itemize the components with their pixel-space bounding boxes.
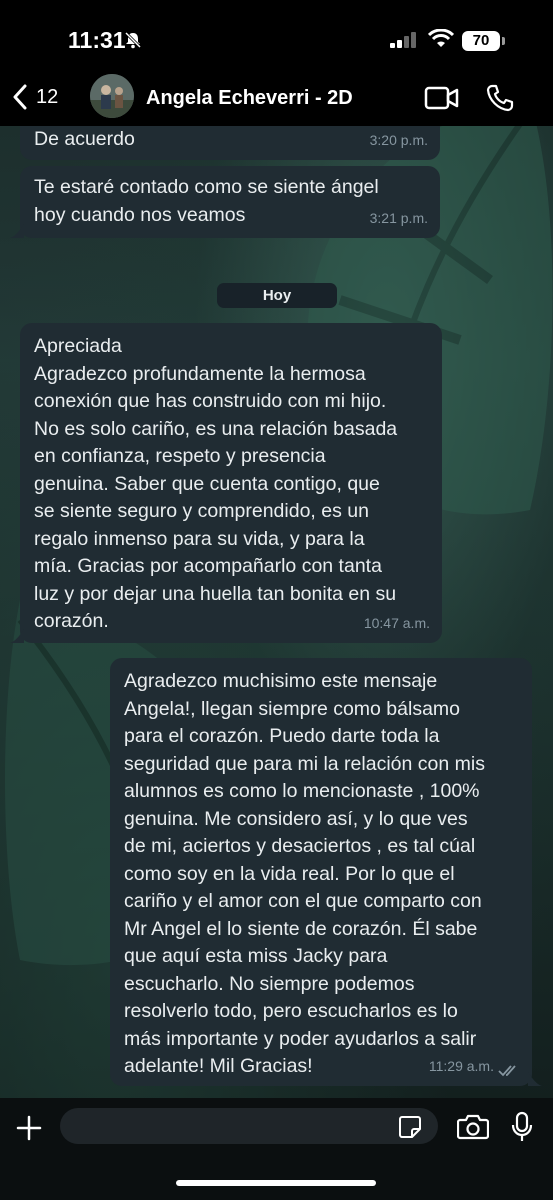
message-bubble-outgoing[interactable]: Agradezco muchisimo este mensaje Angela!…: [110, 658, 532, 1086]
message-bubble-incoming[interactable]: Apreciada Agradezco profundamente la her…: [20, 323, 442, 643]
cellular-signal-icon: [390, 32, 416, 48]
status-bar: 11:31 70: [0, 0, 553, 78]
avatar[interactable]: [90, 74, 134, 118]
message-time: 3:21 p.m.: [369, 209, 428, 226]
date-separator: Hoy: [217, 283, 337, 308]
chevron-left-icon: [13, 84, 27, 110]
bubble-tail-left: [10, 629, 24, 643]
phone-call-icon[interactable]: [486, 84, 514, 112]
message-bubble-incoming[interactable]: Te estaré contado como se siente ángel h…: [20, 166, 440, 238]
contact-name[interactable]: Angela Echeverri - 2D: [146, 87, 353, 110]
bell-muted-icon: [124, 31, 142, 49]
status-time: 11:31: [68, 27, 126, 53]
microphone-icon[interactable]: [511, 1111, 533, 1143]
battery-tip: [502, 37, 505, 45]
message-time: 3:20 p.m.: [369, 131, 428, 148]
plus-icon[interactable]: [15, 1114, 43, 1142]
battery-level: 70: [462, 31, 500, 51]
back-button[interactable]: 12: [12, 84, 58, 110]
wifi-icon: [428, 29, 454, 47]
message-time: 10:47 a.m.: [363, 614, 430, 631]
video-call-icon[interactable]: [424, 86, 460, 110]
read-receipt-icon: [498, 1065, 516, 1077]
message-input[interactable]: [60, 1108, 438, 1144]
unread-count: 12: [36, 85, 59, 108]
message-time: 11:29 a.m.: [428, 1057, 494, 1074]
camera-icon[interactable]: [457, 1114, 489, 1140]
avatar-photo: [90, 74, 134, 118]
message-text: De acuerdo: [34, 128, 135, 150]
chat-header: 12 Angela Echeverri - 2D: [0, 70, 553, 126]
message-text: Apreciada Agradezco profundamente la her…: [34, 335, 398, 632]
bubble-tail-right: [528, 1072, 542, 1086]
message-text: Te estaré contado como se siente ángel h…: [34, 176, 379, 226]
message-text: Agradezco muchisimo este mensaje Angela!…: [124, 670, 485, 1077]
sticker-icon[interactable]: [398, 1115, 422, 1139]
bubble-tail-left: [10, 224, 24, 238]
home-indicator[interactable]: [176, 1180, 376, 1186]
